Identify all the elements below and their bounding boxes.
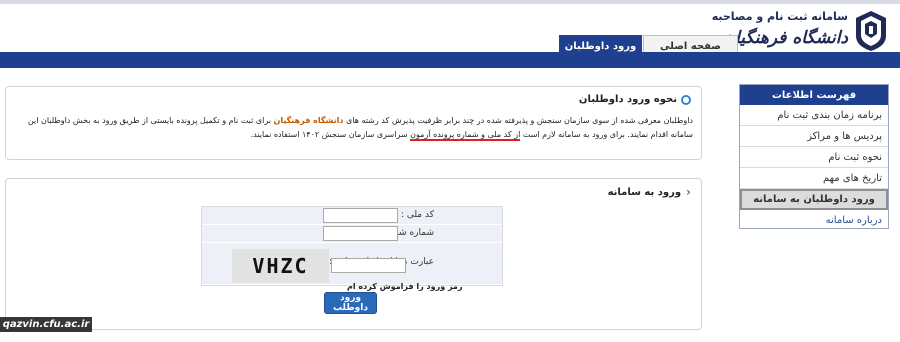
- sidebar-menu: فهرست اطلاعات برنامه زمان بندی ثبت نام پ…: [739, 84, 889, 229]
- login-guide-title: نحوه ورود داوطلبان: [578, 94, 677, 105]
- login-title-wrap: ‹ ورود به سامانه: [608, 185, 691, 199]
- login-guide-text: داوطلبان معرفی شده از سوی سازمان سنجش و …: [13, 114, 693, 142]
- login-guide-panel: ● نحوه ورود داوطلبان داوطلبان معرفی شده …: [5, 86, 702, 160]
- captcha-row: عبارت مقابل را وارد نمایید : VHZC: [202, 243, 502, 285]
- id-number-input[interactable]: [323, 226, 398, 241]
- university-name: دانشگاه فرهنگیان: [722, 28, 848, 48]
- sidebar-item-schedule[interactable]: برنامه زمان بندی ثبت نام: [740, 105, 888, 126]
- captcha-image: VHZC: [232, 249, 329, 283]
- sidebar-item-important-dates[interactable]: تاریخ های مهم: [740, 168, 888, 189]
- captcha-input[interactable]: [331, 258, 406, 273]
- sidebar-item-applicant-login[interactable]: ورود داوطلبان به سامانه: [740, 189, 888, 210]
- applicant-login-button[interactable]: ورود داوطلب: [324, 292, 377, 314]
- credentials-underlined: از کد ملی و شماره پرونده آزمون: [410, 130, 521, 141]
- national-code-row: کد ملی :: [202, 207, 502, 225]
- national-code-input[interactable]: [323, 208, 398, 223]
- info-icon: ●: [681, 94, 691, 105]
- chevron-left-icon: ‹: [686, 185, 691, 199]
- login-guide-title-wrap: ● نحوه ورود داوطلبان: [579, 94, 691, 105]
- sidebar-heading: فهرست اطلاعات: [740, 85, 888, 105]
- forgot-password-link[interactable]: رمز ورود را فراموش کرده ام: [347, 282, 463, 291]
- university-highlight: دانشگاه فرهنگیان: [273, 116, 344, 125]
- site-watermark: qazvin.cfu.ac.ir: [0, 317, 92, 332]
- university-emblem-icon: [856, 11, 886, 51]
- login-title: ورود به سامانه: [607, 186, 682, 198]
- system-title: سامانه ثبت نام و مصاحبه: [711, 10, 848, 23]
- login-panel: ‹ ورود به سامانه کد ملی : شماره شناسنامه…: [5, 178, 702, 330]
- sidebar-item-registration-guide[interactable]: نحوه ثبت نام: [740, 147, 888, 168]
- sidebar-item-campuses[interactable]: پردیس ها و مراکز: [740, 126, 888, 147]
- national-code-label: کد ملی :: [400, 210, 434, 220]
- login-form: کد ملی : شماره شناسنامه: عبارت مقابل را …: [201, 206, 503, 286]
- nav-bar: [0, 52, 900, 68]
- guide-text-part-3: سراسری سازمان سنجش ۱۴۰۲ استفاده نمایند.: [250, 130, 408, 139]
- sidebar-item-about[interactable]: درباره سامانه: [740, 210, 888, 231]
- id-number-row: شماره شناسنامه:: [202, 225, 502, 243]
- guide-text-part-1: داوطلبان معرفی شده از سوی سازمان سنجش و …: [346, 116, 693, 125]
- site-header: سامانه ثبت نام و مصاحبه دانشگاه فرهنگیان…: [0, 0, 900, 57]
- site-logo[interactable]: سامانه ثبت نام و مصاحبه دانشگاه فرهنگیان: [712, 8, 888, 54]
